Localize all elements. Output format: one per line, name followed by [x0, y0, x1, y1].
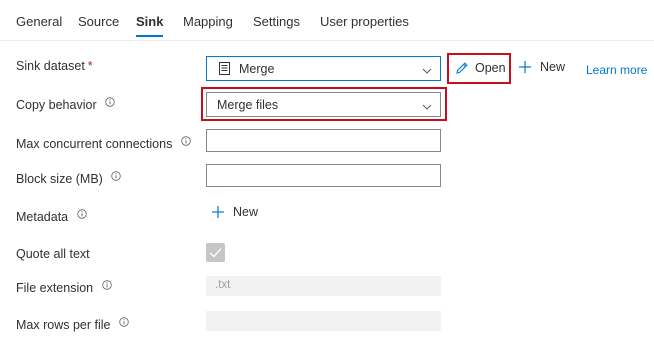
info-icon — [181, 135, 191, 149]
quote-all-text-checkbox[interactable] — [206, 243, 225, 262]
copy-behavior-dropdown[interactable]: Merge files — [206, 92, 441, 117]
quote-all-text-label-text: Quote all text — [16, 247, 90, 261]
info-icon — [76, 208, 87, 222]
learn-more-label: Learn more — [586, 63, 648, 77]
max-concurrent-label: Max concurrent connections — [16, 135, 191, 151]
quote-all-text-label: Quote all text — [16, 247, 90, 261]
metadata-new-label: New — [233, 205, 259, 219]
block-size-label: Block size (MB) — [16, 170, 122, 186]
block-size-label-text: Block size (MB) — [16, 172, 103, 186]
tab-general[interactable]: General — [16, 14, 62, 29]
file-extension-label-text: File extension — [16, 281, 94, 295]
new-dataset-label: New — [540, 60, 566, 74]
metadata-label-text: Metadata — [16, 210, 69, 224]
sink-dataset-label-text: Sink dataset — [16, 59, 85, 73]
chevron-down-icon — [422, 64, 432, 78]
max-concurrent-input[interactable] — [206, 129, 441, 152]
chevron-down-icon — [422, 100, 432, 114]
required-marker: * — [87, 59, 93, 73]
tab-sink-label: Sink — [136, 14, 164, 29]
plus-icon — [211, 205, 225, 219]
tab-user-properties[interactable]: User properties — [320, 14, 409, 29]
metadata-label: Metadata — [16, 208, 87, 224]
pencil-icon — [455, 61, 469, 75]
info-icon — [105, 96, 115, 110]
open-button-label: Open — [475, 61, 506, 75]
info-icon — [101, 279, 112, 293]
copy-behavior-value: Merge files — [217, 98, 279, 112]
learn-more-link[interactable]: Learn more — [586, 63, 654, 78]
max-concurrent-label-text: Max concurrent connections — [16, 137, 173, 151]
copy-behavior-label: Copy behavior — [16, 96, 115, 112]
active-tab-indicator — [136, 35, 164, 37]
document-icon — [219, 62, 230, 78]
tab-divider — [0, 40, 654, 41]
sink-dataset-value: Merge — [239, 62, 275, 76]
block-size-input[interactable] — [206, 164, 441, 187]
copy-behavior-label-text: Copy behavior — [16, 98, 97, 112]
file-extension-label: File extension — [16, 279, 112, 295]
tab-sink[interactable]: Sink — [136, 14, 164, 37]
max-rows-label: Max rows per file — [16, 316, 129, 332]
info-icon — [119, 316, 129, 330]
file-extension-placeholder: .txt — [215, 279, 231, 291]
sink-dataset-label: Sink dataset * — [16, 59, 93, 73]
checkmark-icon — [209, 247, 222, 261]
max-rows-label-text: Max rows per file — [16, 318, 111, 332]
tab-source[interactable]: Source — [78, 14, 119, 29]
open-button[interactable]: Open — [455, 61, 506, 75]
metadata-new-button[interactable]: New — [211, 205, 258, 219]
file-extension-input[interactable]: .txt — [206, 276, 441, 296]
max-rows-input[interactable] — [206, 311, 441, 331]
info-icon — [111, 170, 122, 184]
sink-dataset-dropdown[interactable]: Merge — [206, 56, 441, 81]
tab-mapping[interactable]: Mapping — [183, 14, 233, 29]
new-dataset-button[interactable]: New — [518, 60, 565, 74]
tab-settings[interactable]: Settings — [253, 14, 300, 29]
plus-icon — [518, 60, 532, 74]
